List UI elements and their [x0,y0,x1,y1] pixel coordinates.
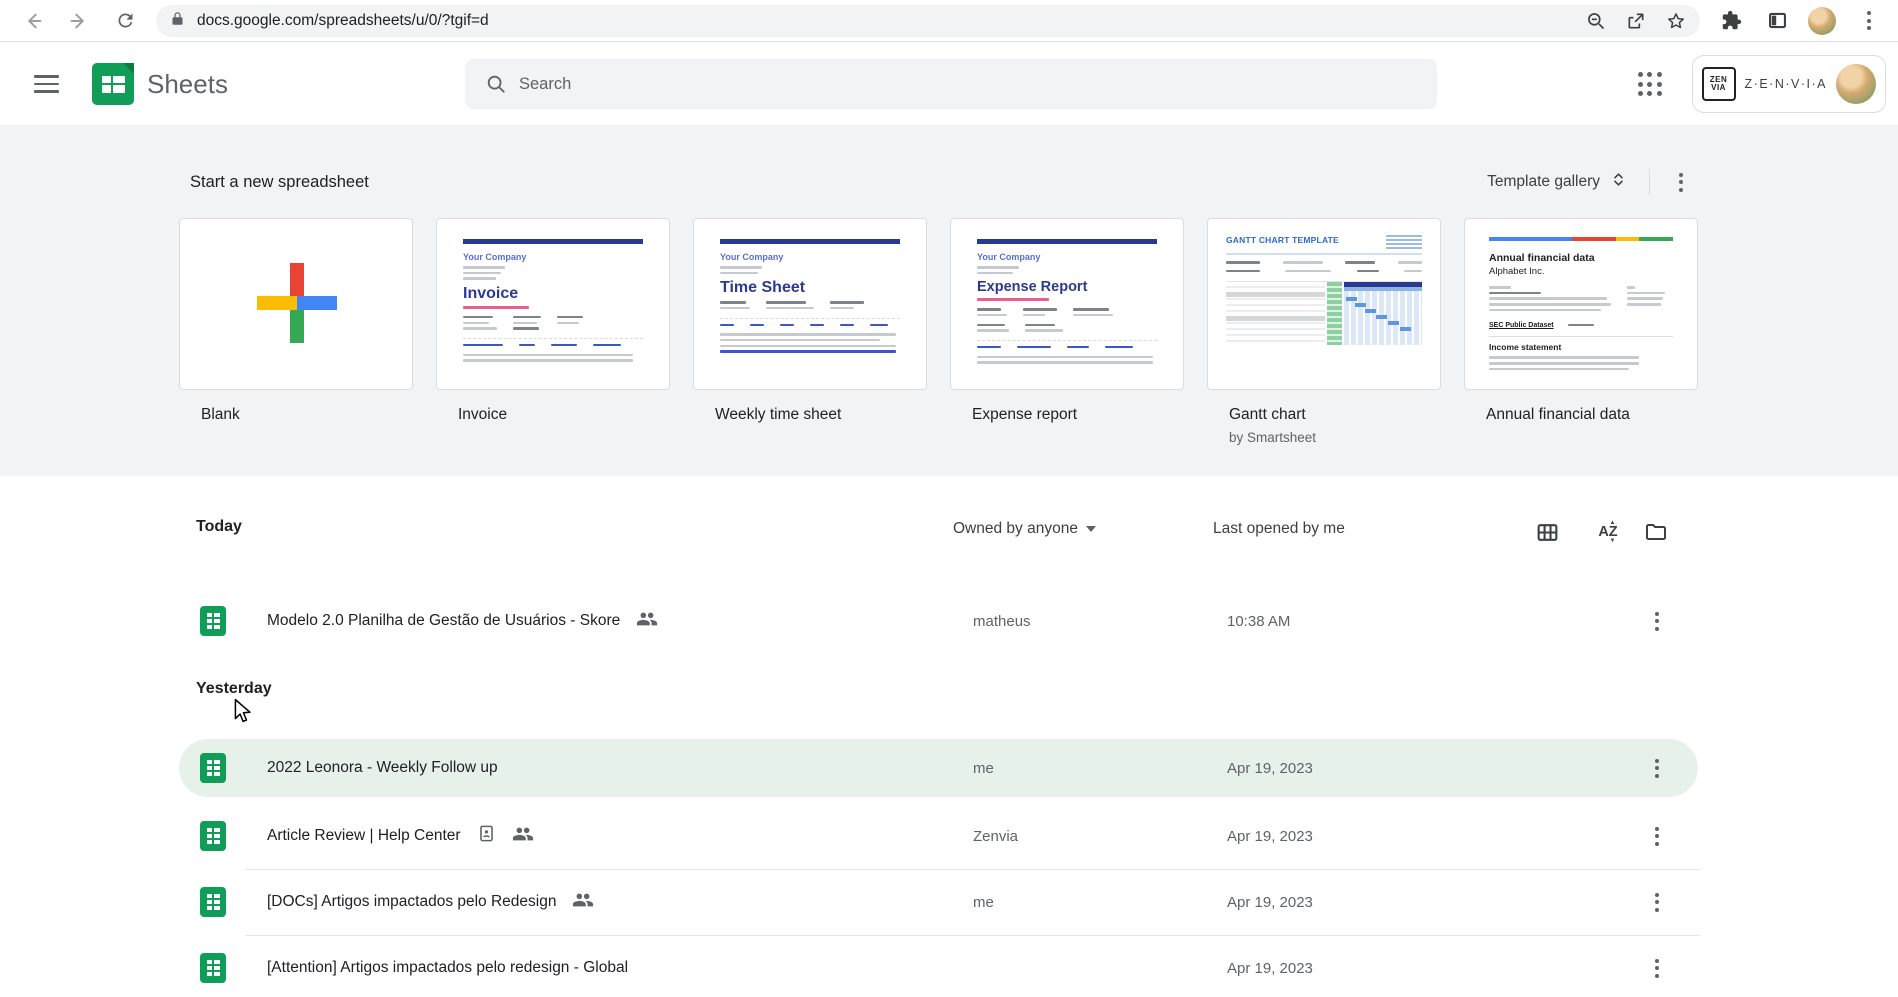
divider [1649,169,1650,195]
divider [245,869,1700,870]
row-more-options-icon[interactable] [1640,751,1674,785]
chevron-down-icon [1085,526,1096,532]
template-label-weekly-time-sheet: Weekly time sheet [715,406,842,423]
zenvia-logo: ZEN VIA [1701,67,1736,101]
file-owner: me [973,759,994,777]
file-title: Modelo 2.0 Planilha de Gestão de Usuário… [267,612,621,629]
template-thumbnail: GANTT CHART TEMPLATE [1208,219,1440,389]
app-title: Sheets [147,68,228,99]
template-thumbnail: Your Company Invoice [437,219,669,389]
search-icon[interactable] [473,73,519,95]
user-avatar[interactable] [1836,64,1876,104]
sheets-logo-icon[interactable] [92,63,134,105]
section-label-today: Today [196,518,242,535]
url-text: docs.google.com/spreadsheets/u/0/?tgif=d [197,11,489,29]
template-card-weekly-time-sheet[interactable]: Your Company Time Sheet [693,218,927,390]
main-menu-icon[interactable] [22,60,70,108]
template-label-annual-financial-data: Annual financial data [1486,406,1630,423]
file-title: Article Review | Help Center [267,827,461,844]
file-owner: Zenvia [973,827,1019,845]
file-row-selected[interactable]: 2022 Leonora - Weekly Follow up me Apr 1… [179,739,1698,797]
template-card-annual-financial-data[interactable]: Annual financial data Alphabet Inc. SEC … [1464,218,1698,390]
row-more-options-icon[interactable] [1640,819,1674,853]
template-section: Start a new spreadsheet Template gallery… [0,125,1898,476]
file-row[interactable]: [DOCs] Artigos impactados pelo Redesign … [179,873,1698,931]
extensions-icon[interactable] [1716,6,1746,36]
sheets-file-icon [200,953,226,983]
sheets-file-icon [200,606,226,636]
file-opened: Apr 19, 2023 [1227,959,1313,977]
template-label-invoice: Invoice [458,406,508,423]
template-gallery-button[interactable]: Template gallery [1479,165,1635,199]
file-row[interactable]: Article Review | Help Center Zenvia Apr … [179,807,1698,865]
file-owner: matheus [973,612,1031,630]
template-label-expense-report: Expense report [972,406,1078,423]
forward-icon[interactable] [64,6,94,36]
browser-chrome: docs.google.com/spreadsheets/u/0/?tgif=d [0,0,1898,42]
brand-text: Z·E·N·V·I·A [1744,77,1827,91]
side-panel-icon[interactable] [1762,6,1792,36]
template-label-gantt-chart: Gantt chart by Smartsheet [1207,406,1441,445]
file-opened: Apr 19, 2023 [1227,893,1313,911]
template-more-options-icon[interactable] [1664,165,1698,199]
file-opened: Apr 19, 2023 [1227,827,1313,845]
template-card-blank[interactable] [179,218,413,390]
browser-menu-icon[interactable] [1852,4,1886,38]
template-card-invoice[interactable]: Your Company Invoice [436,218,670,390]
template-label-blank: Blank [201,406,240,423]
template-card-expense-report[interactable]: Your Company Expense Report [950,218,1184,390]
file-title: [DOCs] Artigos impactados pelo Redesign [267,893,557,910]
file-title: 2022 Leonora - Weekly Follow up [267,759,498,776]
app-header: Sheets ZEN VIA Z·E·N·V·I·A [0,43,1898,125]
unfold-icon [1610,171,1627,193]
file-owner: me [973,893,994,911]
row-more-options-icon[interactable] [1640,951,1674,985]
template-sublabel: by Smartsheet [1229,430,1317,445]
sheets-file-icon [200,821,226,851]
row-more-options-icon[interactable] [1640,885,1674,919]
owned-by-filter[interactable]: Owned by anyone [953,520,1096,538]
browser-profile-avatar[interactable] [1808,6,1836,35]
zoom-out-icon[interactable] [1582,7,1610,35]
bookmark-star-icon[interactable] [1662,7,1690,35]
sheets-file-icon [200,753,226,783]
shared-people-icon [636,608,658,635]
back-icon[interactable] [18,6,48,36]
google-apps-icon[interactable] [1630,64,1670,104]
folder-icon[interactable] [1638,514,1674,550]
file-opened: 10:38 AM [1227,612,1291,630]
row-more-options-icon[interactable] [1640,604,1674,638]
template-thumbnail: Annual financial data Alphabet Inc. SEC … [1465,219,1697,389]
sheets-file-icon [200,887,226,917]
file-row[interactable]: Modelo 2.0 Planilha de Gestão de Usuário… [179,592,1698,650]
share-icon[interactable] [1622,7,1650,35]
mouse-cursor [232,698,254,729]
section-label-yesterday: Yesterday [196,680,272,697]
new-blank-plus-icon [257,263,337,343]
reload-icon[interactable] [110,6,140,36]
shared-people-icon [572,889,594,916]
grid-view-icon[interactable] [1529,514,1565,550]
file-opened: Apr 19, 2023 [1227,759,1313,777]
template-section-title: Start a new spreadsheet [190,172,369,191]
last-opened-sort[interactable]: Last opened by me [1213,520,1345,538]
shared-people-icon [512,823,534,850]
divider [245,935,1700,936]
template-thumbnail: Your Company Expense Report [951,219,1183,389]
sort-az-icon[interactable]: ▲ AZ ▼ [1590,514,1626,550]
search-bar[interactable] [465,59,1437,109]
template-thumbnail: Your Company Time Sheet [694,219,926,389]
account-button[interactable]: ZEN VIA Z·E·N·V·I·A [1691,55,1886,113]
search-input[interactable] [519,74,1429,94]
url-bar[interactable]: docs.google.com/spreadsheets/u/0/?tgif=d [156,4,1700,37]
template-card-gantt-chart[interactable]: GANTT CHART TEMPLATE [1207,218,1441,390]
file-row[interactable]: [Attention] Artigos impactados pelo rede… [179,939,1698,997]
badge-icon [477,824,496,848]
lock-icon [170,11,185,31]
